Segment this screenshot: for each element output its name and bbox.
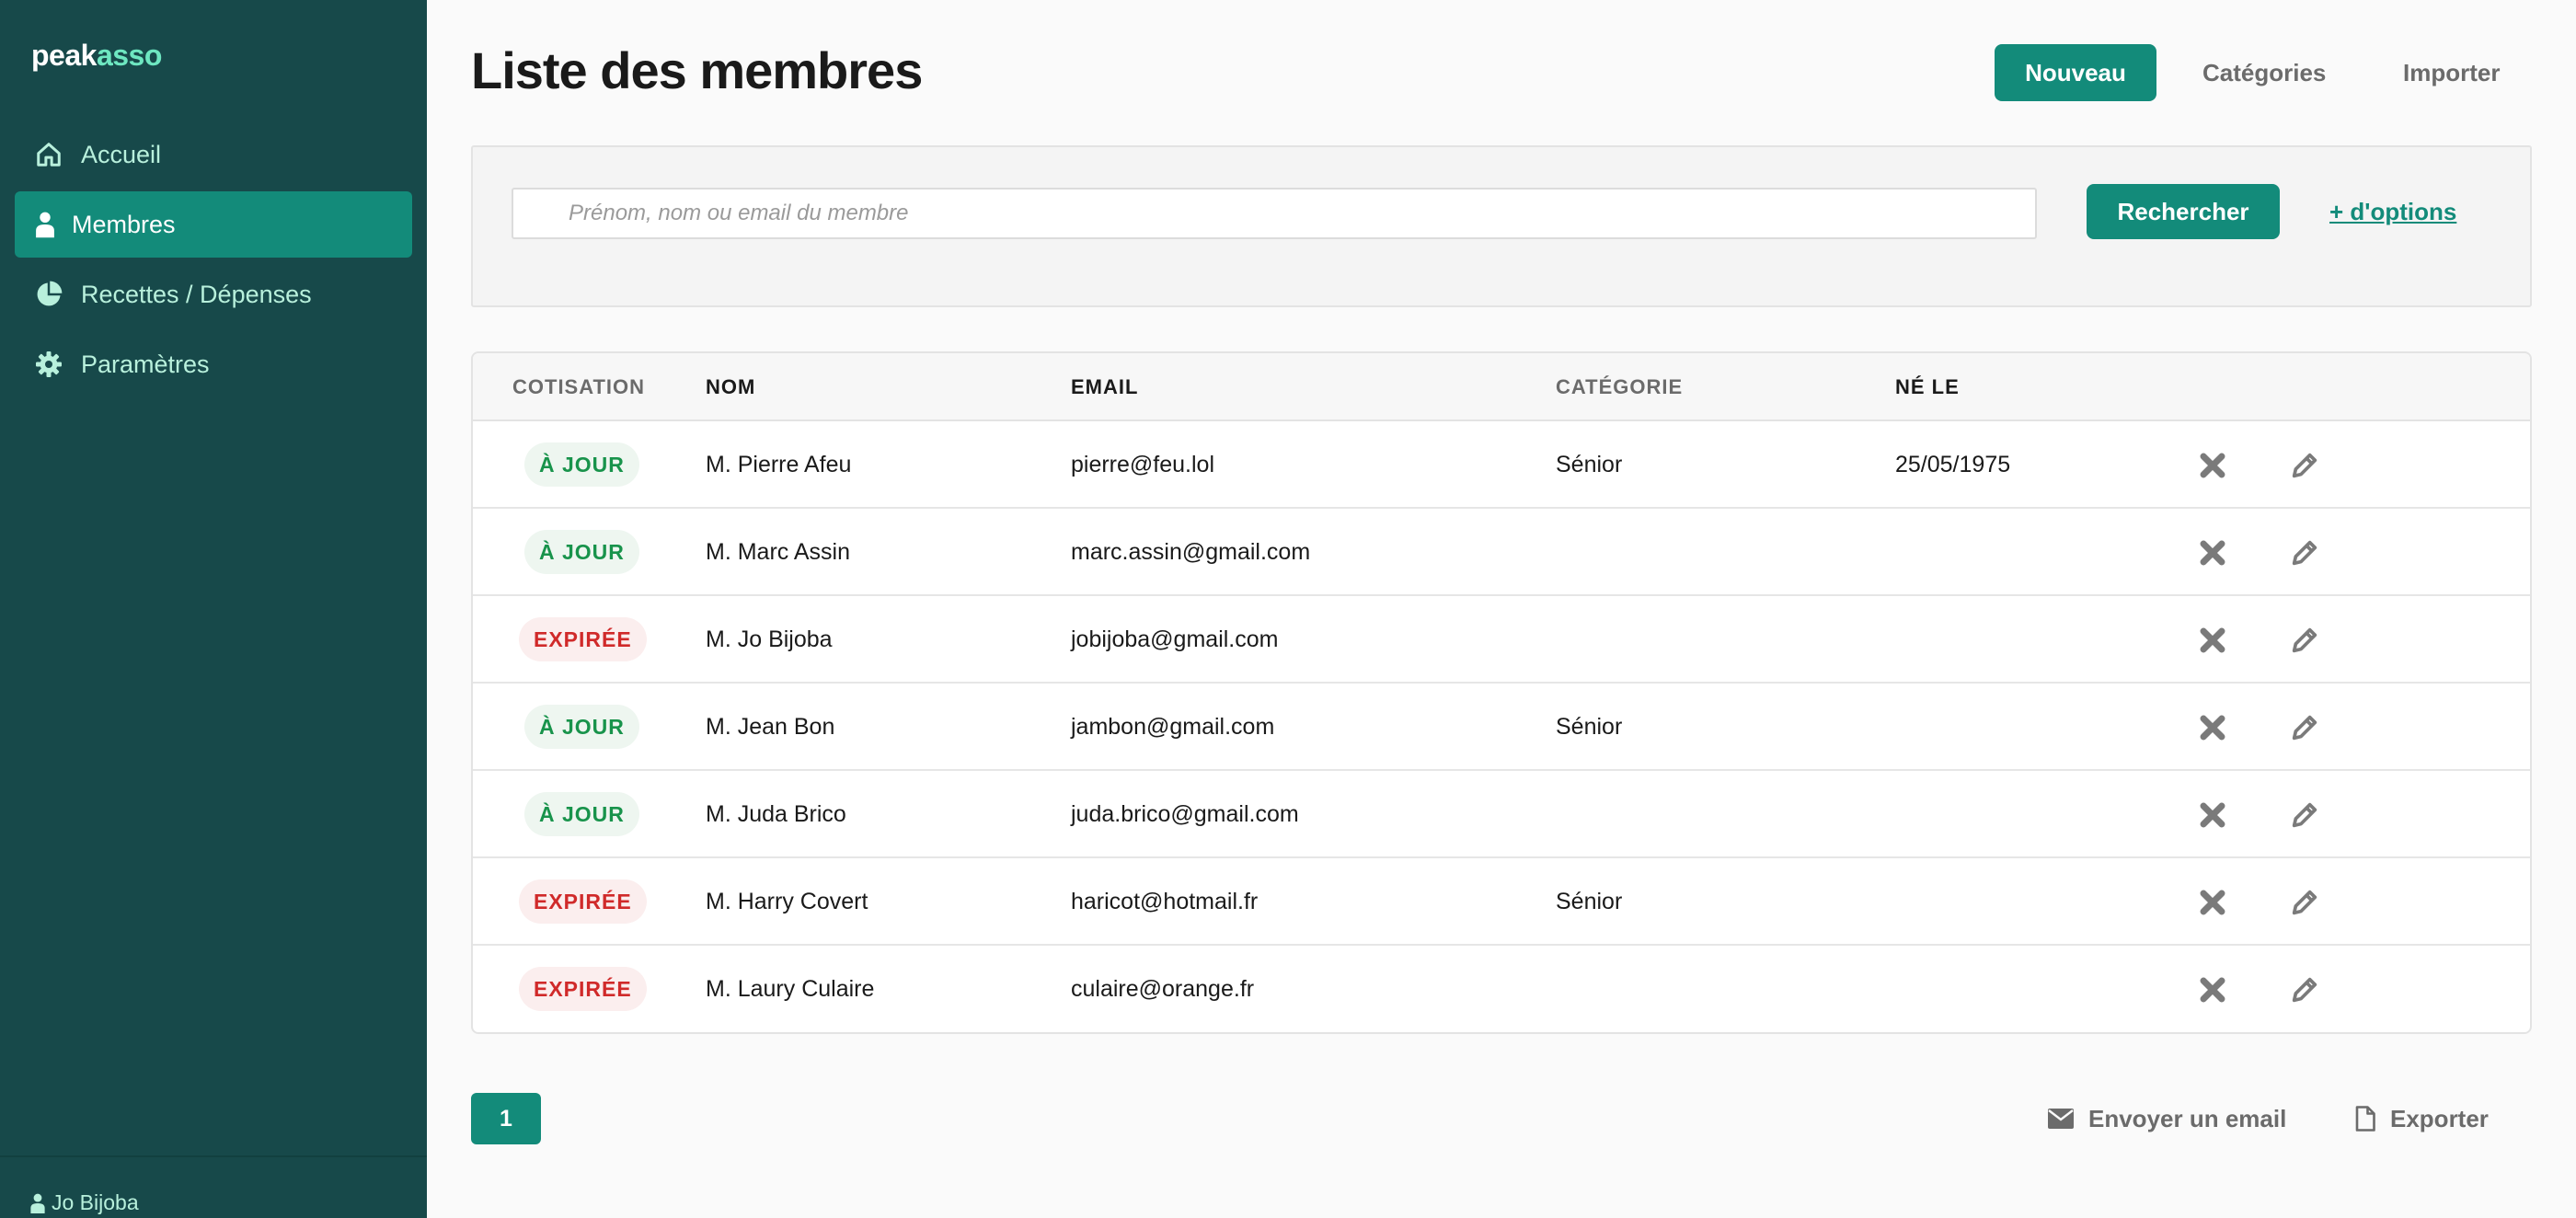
sidebar-item-label: Membres	[72, 210, 176, 238]
table-header: COTISATION NOM EMAIL CATÉGORIE NÉ LE	[473, 353, 2530, 421]
sidebar-item-label: Paramètres	[81, 350, 210, 378]
table-row: À JOUR M. Pierre Afeu pierre@feu.lol Sénior…	[473, 421, 2530, 509]
status-badge: À JOUR	[524, 530, 639, 574]
column-header-email[interactable]: EMAIL	[1071, 353, 1138, 421]
edit-icon[interactable]	[2289, 712, 2320, 743]
sidebar-item-parametres[interactable]: Paramètres	[15, 331, 412, 397]
current-user-name: Jo Bijoba	[52, 1190, 139, 1214]
member-category: Sénior	[1556, 452, 1623, 477]
edit-icon[interactable]	[2289, 625, 2320, 656]
export-label: Exporter	[2390, 1104, 2489, 1132]
delete-icon[interactable]	[2197, 799, 2228, 831]
member-email: jobijoba@gmail.com	[1071, 626, 1279, 652]
delete-icon[interactable]	[2197, 625, 2228, 656]
table-row: À JOUR M. Marc Assin marc.assin@gmail.com	[473, 509, 2530, 596]
status-badge: EXPIRÉE	[519, 617, 647, 661]
member-name: M. Harry Covert	[706, 889, 868, 914]
status-badge: EXPIRÉE	[519, 967, 647, 1011]
status-badge: À JOUR	[524, 705, 639, 749]
delete-icon[interactable]	[2197, 887, 2228, 918]
member-name: M. Jean Bon	[706, 714, 835, 740]
brand-logo[interactable]: peakasso	[31, 39, 162, 73]
column-header-categorie[interactable]: CATÉGORIE	[1556, 353, 1683, 421]
page-title: Liste des membres	[471, 41, 923, 99]
search-button[interactable]: Rechercher	[2087, 184, 2280, 239]
pagination-page-1[interactable]: 1	[471, 1093, 541, 1144]
member-email: culaire@orange.fr	[1071, 976, 1255, 1002]
file-icon	[2355, 1106, 2375, 1132]
member-name: M. Pierre Afeu	[706, 452, 852, 477]
brand-logo-part1: peak	[31, 39, 97, 72]
send-email-button[interactable]: Envoyer un email	[2048, 1093, 2286, 1144]
delete-icon[interactable]	[2197, 974, 2228, 1005]
member-name: M. Marc Assin	[706, 539, 850, 565]
pie-chart-icon	[35, 281, 63, 308]
table-row: À JOUR M. Jean Bon jambon@gmail.com Sénior	[473, 684, 2530, 771]
sidebar-item-label: Accueil	[81, 140, 162, 168]
column-header-ne-le[interactable]: NÉ LE	[1895, 353, 1960, 421]
sidebar-item-accueil[interactable]: Accueil	[15, 121, 412, 188]
table-row: EXPIRÉE M. Laury Culaire culaire@orange.fr	[473, 946, 2530, 1032]
sidebar-item-membres[interactable]: Membres	[15, 191, 412, 258]
sidebar-item-recettes-depenses[interactable]: Recettes / Dépenses	[15, 261, 412, 327]
brand-logo-part2: asso	[96, 39, 162, 72]
member-birth-date: 25/05/1975	[1895, 452, 2011, 477]
status-badge: À JOUR	[524, 442, 639, 487]
user-icon	[35, 211, 55, 238]
current-user[interactable]: Jo Bijoba	[29, 1190, 139, 1215]
member-email: haricot@hotmail.fr	[1071, 889, 1259, 914]
members-table: COTISATION NOM EMAIL CATÉGORIE NÉ LE À J…	[471, 351, 2532, 1034]
table-row: EXPIRÉE M. Jo Bijoba jobijoba@gmail.com	[473, 596, 2530, 684]
user-icon	[30, 1193, 45, 1213]
more-options-link[interactable]: + d'options	[2329, 184, 2456, 239]
sidebar: peakasso Accueil Membres Recettes / Dépe…	[0, 0, 427, 1218]
column-header-cotisation[interactable]: COTISATION	[512, 353, 645, 421]
home-icon	[35, 141, 63, 168]
sidebar-item-label: Recettes / Dépenses	[81, 280, 312, 308]
delete-icon[interactable]	[2197, 450, 2228, 481]
import-button[interactable]: Importer	[2403, 44, 2500, 101]
table-row: À JOUR M. Juda Brico juda.brico@gmail.com	[473, 771, 2530, 858]
sidebar-footer: Jo Bijoba	[0, 1155, 427, 1218]
status-badge: EXPIRÉE	[519, 879, 647, 924]
edit-icon[interactable]	[2289, 537, 2320, 569]
delete-icon[interactable]	[2197, 712, 2228, 743]
edit-icon[interactable]	[2289, 887, 2320, 918]
edit-icon[interactable]	[2289, 974, 2320, 1005]
new-member-button[interactable]: Nouveau	[1995, 44, 2156, 101]
member-name: M. Laury Culaire	[706, 976, 875, 1002]
search-input[interactable]	[512, 188, 2037, 239]
member-category: Sénior	[1556, 714, 1623, 740]
sidebar-nav: Accueil Membres Recettes / Dépenses Para…	[15, 121, 412, 401]
status-badge: À JOUR	[524, 792, 639, 836]
member-email: juda.brico@gmail.com	[1071, 801, 1299, 827]
table-row: EXPIRÉE M. Harry Covert haricot@hotmail.fr…	[473, 858, 2530, 946]
member-name: M. Jo Bijoba	[706, 626, 833, 652]
member-email: pierre@feu.lol	[1071, 452, 1215, 477]
delete-icon[interactable]	[2197, 537, 2228, 569]
envelope-icon	[2048, 1109, 2074, 1129]
member-email: jambon@gmail.com	[1071, 714, 1275, 740]
edit-icon[interactable]	[2289, 450, 2320, 481]
categories-button[interactable]: Catégories	[2202, 44, 2326, 101]
send-email-label: Envoyer un email	[2088, 1104, 2287, 1132]
search-panel: Rechercher + d'options	[471, 145, 2532, 307]
table-body: À JOUR M. Pierre Afeu pierre@feu.lol Sénior…	[473, 421, 2530, 1032]
gear-icon	[35, 350, 63, 378]
member-name: M. Juda Brico	[706, 801, 846, 827]
edit-icon[interactable]	[2289, 799, 2320, 831]
member-email: marc.assin@gmail.com	[1071, 539, 1311, 565]
export-button[interactable]: Exporter	[2355, 1093, 2489, 1144]
column-header-nom[interactable]: NOM	[706, 353, 755, 421]
member-category: Sénior	[1556, 889, 1623, 914]
